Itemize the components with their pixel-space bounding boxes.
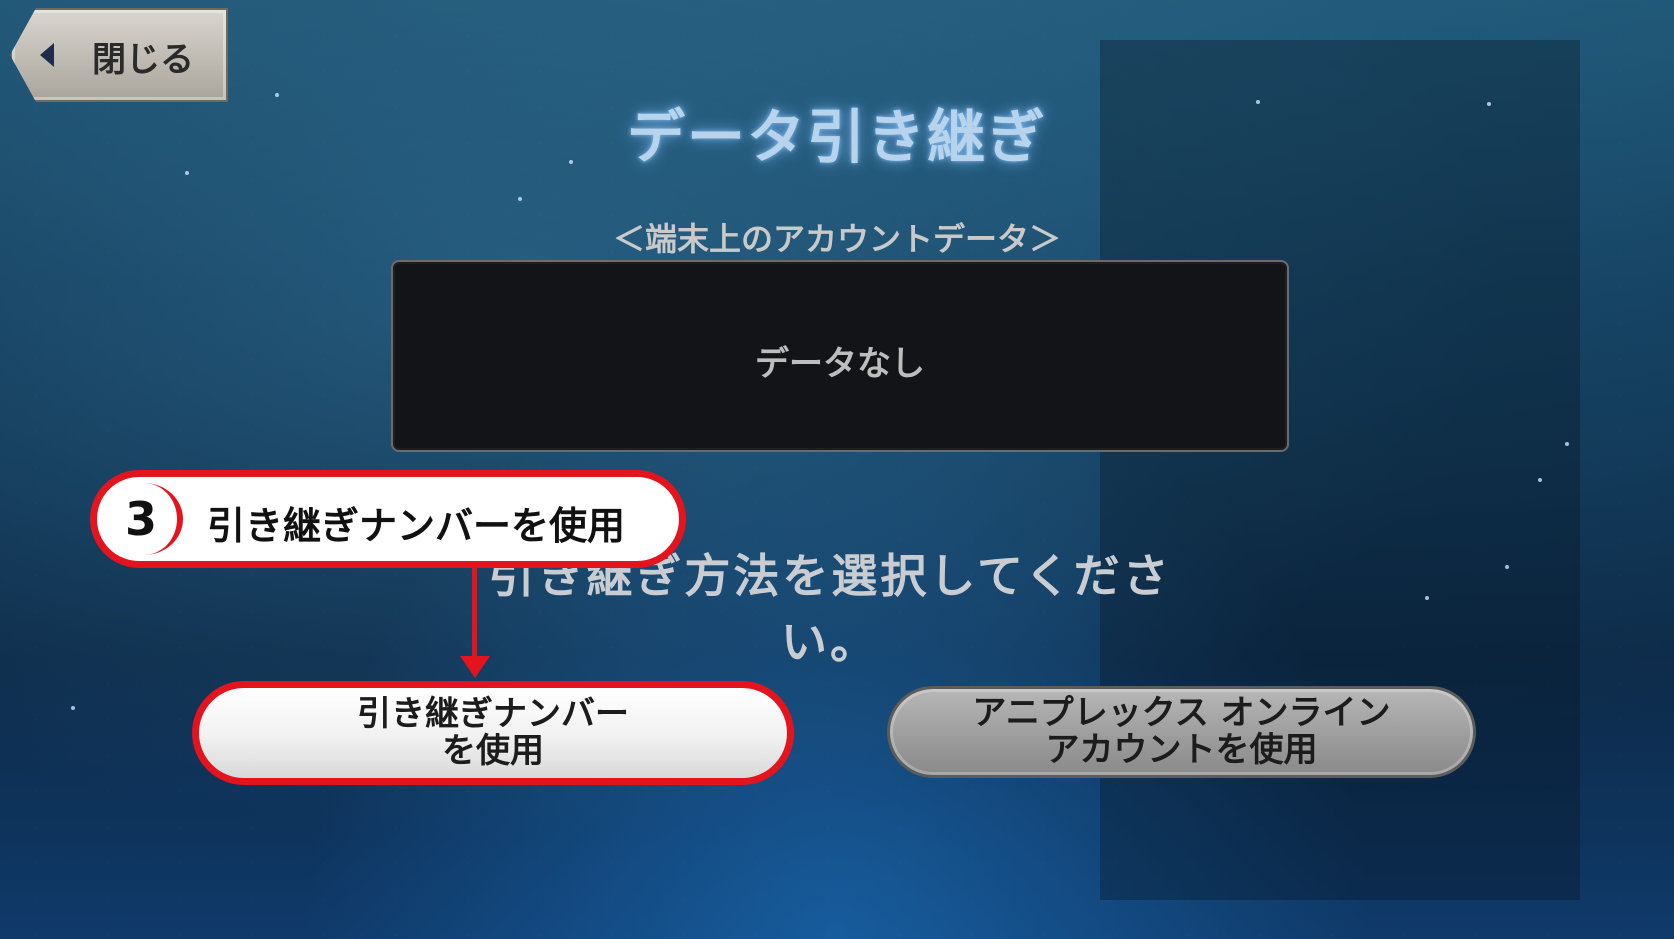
close-button[interactable]: 閉じる (10, 8, 228, 102)
callout-arrow-line (472, 568, 477, 668)
button-label-line2: アカウントを使用 (1045, 730, 1318, 770)
star (71, 706, 75, 710)
button-label-line1: 引き継ぎナンバー (357, 693, 629, 734)
down-arrow-icon (460, 656, 490, 678)
use-transfer-number-button[interactable]: 引き継ぎナンバー を使用 (192, 681, 794, 785)
account-data-heading: ＜端末上のアカウントデータ＞ (612, 220, 1061, 258)
button-label-line1: アニプレックス オンライン (972, 692, 1391, 733)
star (1565, 442, 1569, 446)
step-number-badge: 3 (105, 483, 183, 555)
back-arrow-icon (40, 43, 54, 67)
callout-text: 引き継ぎナンバーを使用 (207, 504, 626, 548)
step-callout: 3 引き継ぎナンバーを使用 (90, 470, 686, 568)
star (1538, 478, 1542, 482)
close-button-label: 閉じる (92, 40, 194, 80)
use-aniplex-account-button[interactable]: アニプレックス オンライン アカウントを使用 (887, 686, 1476, 778)
star (1505, 565, 1509, 569)
star (1425, 596, 1429, 600)
star (518, 197, 522, 201)
account-data-panel: データなし (391, 260, 1289, 452)
no-data-text: データなし (755, 344, 925, 384)
page-title: データ引き継ぎ (626, 103, 1047, 171)
button-label-line2: を使用 (442, 731, 544, 771)
